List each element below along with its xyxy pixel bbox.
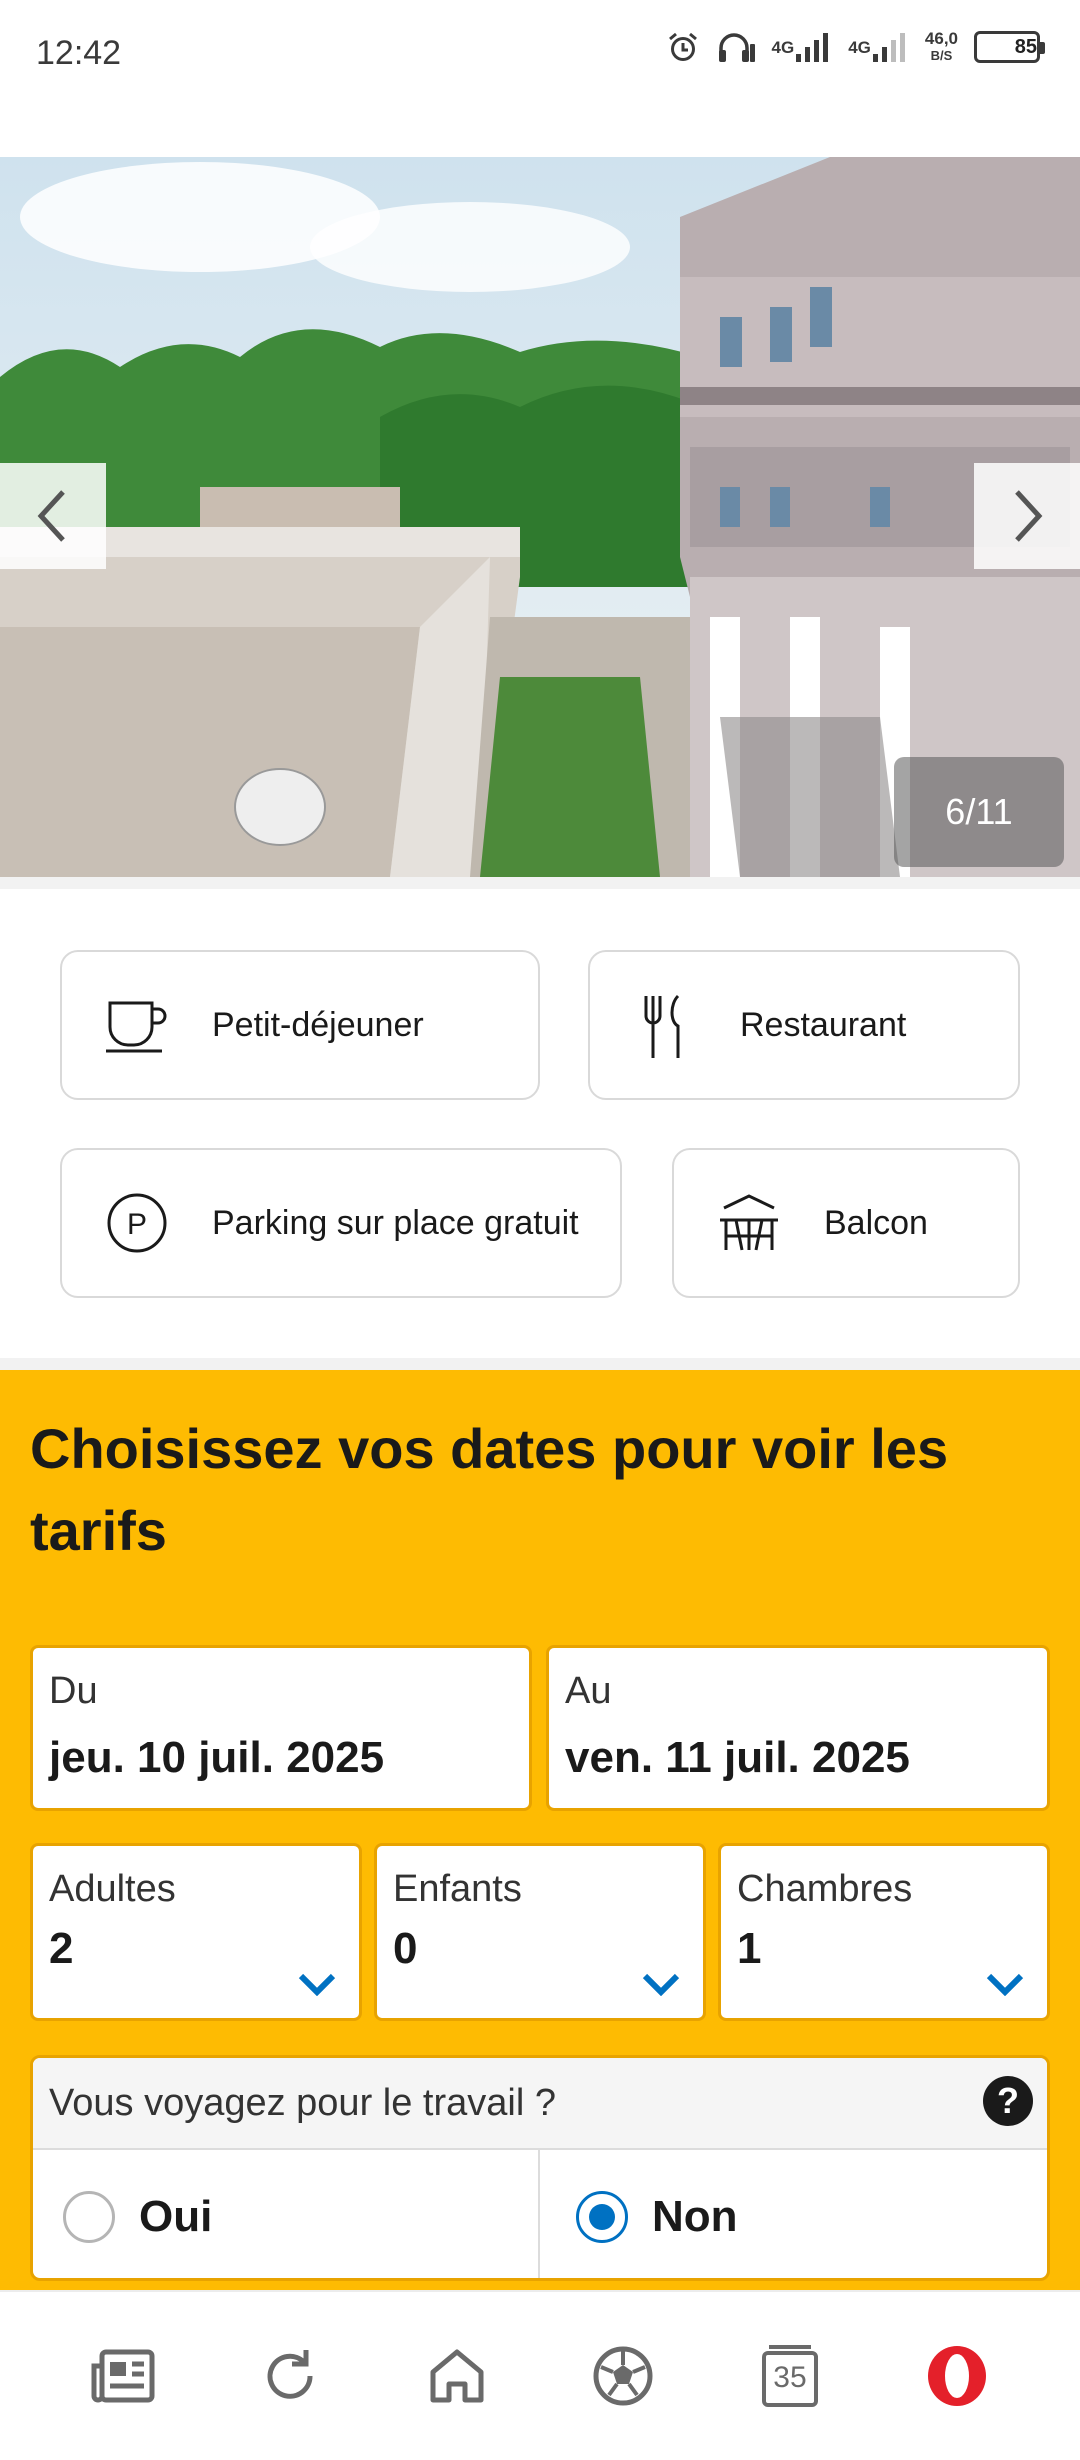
reload-button[interactable] (245, 2331, 335, 2421)
amenity-label: Balcon (824, 1203, 928, 1242)
booking-panel: Choisissez vos dates pour voir les tarif… (0, 1370, 1080, 2290)
rooms-value: 1 (737, 1924, 762, 1973)
checkin-value: jeu. 10 juil. 2025 (49, 1733, 385, 1782)
status-bar: 12:42 4G 4G 46,0 B/S 85 (0, 0, 1080, 110)
business-option-yes[interactable]: Oui (33, 2150, 540, 2278)
divider (0, 1358, 1080, 1370)
photo-counter: 6/11 (894, 757, 1064, 867)
signal-icon: 4G (848, 30, 909, 64)
radio-yes[interactable] (63, 2191, 115, 2243)
checkin-date-field[interactable]: Du jeu. 10 juil. 2025 (30, 1645, 532, 1811)
business-travel-group: Vous voyagez pour le travail ? ? Oui Non (30, 2055, 1050, 2281)
news-icon (91, 2349, 155, 2403)
option-label: Non (652, 2192, 738, 2241)
amenity-balcony[interactable]: Balcon (672, 1148, 1020, 1298)
option-label: Oui (139, 2192, 213, 2241)
chevron-down-icon (986, 1973, 1024, 1996)
business-option-no[interactable]: Non (540, 2150, 1047, 2278)
home-icon (430, 2349, 484, 2403)
amenity-breakfast[interactable]: Petit-déjeuner (60, 950, 540, 1100)
tabs-button[interactable]: 35 (745, 2331, 835, 2421)
home-button[interactable] (412, 2331, 502, 2421)
alarm-icon (666, 30, 700, 64)
children-select[interactable]: Enfants 0 (374, 1843, 706, 2021)
coffee-cup-icon (104, 992, 170, 1058)
amenity-label: Petit-déjeuner (212, 1005, 424, 1044)
tabs-count: 35 (773, 2361, 807, 2394)
amenity-parking[interactable]: P Parking sur place gratuit (60, 1148, 622, 1298)
children-value: 0 (393, 1924, 418, 1973)
radio-no[interactable] (576, 2191, 628, 2243)
battery-icon: 85 (974, 31, 1045, 63)
adults-select[interactable]: Adultes 2 (30, 1843, 362, 2021)
network-label: 4G (848, 37, 871, 57)
checkout-date-field[interactable]: Au ven. 11 juil. 2025 (546, 1645, 1050, 1811)
network-label: 4G (771, 37, 795, 57)
gallery-next-button[interactable] (974, 463, 1080, 569)
opera-icon (927, 2346, 986, 2406)
gallery-prev-button[interactable] (0, 463, 106, 569)
balcony-icon (716, 1190, 782, 1256)
rooms-select[interactable]: Chambres 1 (718, 1843, 1050, 2021)
amenity-label: Parking sur place gratuit (212, 1203, 579, 1242)
opera-menu-button[interactable] (912, 2331, 1002, 2421)
headset-icon (716, 30, 756, 64)
hotel-photo-carousel[interactable]: 6/11 (0, 157, 1080, 877)
checkin-label: Du (49, 1670, 98, 1712)
news-button[interactable] (78, 2331, 168, 2421)
amenity-label: Restaurant (740, 1005, 907, 1044)
chevron-down-icon (298, 1973, 336, 1996)
adults-label: Adultes (49, 1868, 176, 1910)
divider (0, 877, 1080, 889)
checkout-label: Au (565, 1670, 612, 1712)
football-icon (593, 2346, 653, 2406)
chevron-right-icon (1015, 490, 1043, 542)
battery-level: 85 (1014, 35, 1037, 58)
parking-icon: P (104, 1190, 170, 1256)
business-travel-header: Vous voyagez pour le travail ? ? (33, 2058, 1047, 2150)
reload-icon (267, 2350, 313, 2399)
football-button[interactable] (578, 2331, 668, 2421)
amenity-restaurant[interactable]: Restaurant (588, 950, 1020, 1100)
status-time: 12:42 (36, 34, 122, 72)
adults-value: 2 (49, 1924, 74, 1973)
fork-knife-icon (632, 992, 698, 1058)
chevron-down-icon (642, 1973, 680, 1996)
chevron-left-icon (37, 490, 65, 542)
network-speed: 46,0 B/S (924, 29, 958, 63)
booking-title: Choisissez vos dates pour voir les tarif… (30, 1417, 949, 1562)
status-icons: 4G 4G 46,0 B/S 85 (666, 29, 1045, 64)
browser-bottom-bar: 35 (0, 2290, 1080, 2460)
svg-text:P: P (127, 1208, 147, 1241)
children-label: Enfants (393, 1868, 522, 1910)
help-icon[interactable]: ? (983, 2076, 1033, 2126)
business-travel-question: Vous voyagez pour le travail ? (49, 2082, 556, 2124)
signal-icon: 4G (772, 30, 833, 64)
rooms-label: Chambres (737, 1868, 913, 1910)
checkout-value: ven. 11 juil. 2025 (565, 1733, 910, 1782)
